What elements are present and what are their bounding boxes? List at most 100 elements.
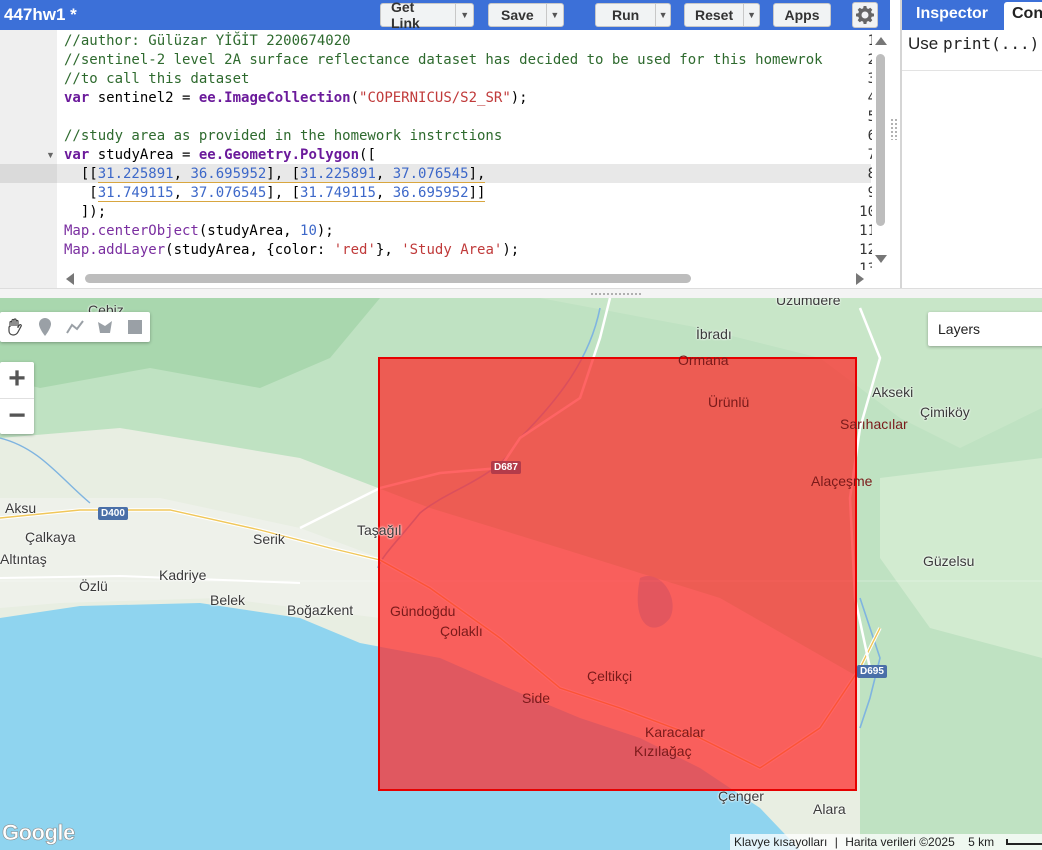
place-label: Belek (210, 592, 246, 608)
code-line-7: var studyArea = ee.Geometry.Polygon([ (64, 146, 376, 165)
scroll-left-icon[interactable] (66, 273, 74, 285)
place-label: Alaçeşme (811, 473, 873, 489)
code-number: 37.076545 (190, 185, 267, 202)
code-line-6: //study area as provided in the homework… (64, 128, 503, 144)
code-keyword: var (64, 147, 90, 163)
map-view[interactable]: Cebiz Üzümdere İbradı Akseki Çimiköy Aks… (0, 298, 1042, 850)
place-label: Çeltikçi (587, 668, 633, 684)
place-label: Ürünlü (708, 394, 750, 410)
code-text: [ (64, 185, 98, 201)
code-text: ([ (359, 147, 376, 163)
attribution-separator: | (834, 835, 838, 849)
place-label: Ormana (678, 352, 729, 368)
polyline-icon[interactable] (60, 312, 90, 342)
marker-icon[interactable] (30, 312, 60, 342)
top-toolbar: 447hw1 * Get Link ▼ Save ▼ Run ▼ Reset ▼… (0, 0, 890, 31)
place-label: İbradı (696, 326, 732, 342)
code-text: ], [ (266, 185, 301, 202)
place-label: Kızılağaç (634, 743, 692, 759)
code-editor[interactable]: 1 2 3 4 5 6 7 8 9 10 11 12 13 ▼ //author… (0, 30, 890, 288)
road-badge-d687: D687 (491, 461, 521, 474)
get-link-button[interactable]: Get Link ▼ (380, 0, 474, 31)
chevron-down-icon[interactable]: ▼ (455, 4, 473, 26)
scroll-up-icon[interactable] (875, 37, 887, 45)
horizontal-scrollbar[interactable] (57, 270, 872, 288)
save-label: Save (501, 7, 534, 23)
place-label: Side (522, 690, 551, 706)
vertical-scroll-thumb[interactable] (876, 54, 885, 226)
chevron-down-icon[interactable]: ▼ (545, 4, 563, 26)
place-label: Boğazkent (287, 602, 354, 618)
run-button[interactable]: Run ▼ (595, 3, 671, 27)
rectangle-icon[interactable] (120, 312, 150, 342)
console-divider (902, 70, 1042, 71)
settings-button[interactable] (852, 2, 878, 28)
code-text: ); (510, 90, 528, 106)
place-label: Karacalar (645, 724, 705, 740)
place-label: Çimiköy (920, 404, 970, 420)
map-data-link[interactable]: Harita verileri ©2025 (845, 835, 955, 849)
code-line-12: Map.addLayer(studyArea, {color: 'red'}, … (64, 241, 519, 260)
code-object: ee.ImageCollection (198, 90, 351, 106)
place-label: Akseki (872, 384, 914, 400)
line-number: 12 (859, 242, 876, 258)
reset-button[interactable]: Reset ▼ (684, 3, 760, 27)
zoom-out-button[interactable]: − (0, 398, 34, 434)
code-text: ], (468, 166, 486, 183)
code-text: , (173, 185, 191, 202)
scroll-right-icon[interactable] (856, 273, 864, 285)
panel-resize-handle[interactable] (890, 118, 898, 140)
place-label: Güzelsu (923, 553, 975, 569)
line-number: 5 (836, 108, 876, 127)
code-object: ee.Geometry.Polygon (198, 147, 360, 163)
code-line-4: var sentinel2 = ee.ImageCollection("COPE… (64, 89, 528, 108)
layers-button[interactable]: Layers (928, 312, 1042, 346)
drawing-tools (0, 312, 150, 342)
tab-console[interactable]: Console (1004, 2, 1042, 30)
zoom-in-button[interactable]: + (0, 362, 34, 398)
chevron-down-icon[interactable]: ▼ (743, 4, 759, 26)
code-line-11: Map.centerObject(studyArea, 10); (64, 222, 334, 241)
reset-label: Reset (695, 7, 734, 23)
code-line-9: [31.749115, 37.076545], [31.749115, 36.6… (64, 184, 486, 203)
console-hint: Use print(...) t (908, 34, 1042, 54)
scale-label[interactable]: 5 km (968, 835, 994, 849)
place-label: Kadriye (159, 567, 207, 583)
code-text: studyArea = (89, 147, 199, 163)
place-label: Serik (253, 531, 285, 547)
code-text: ); (316, 223, 334, 239)
scroll-down-icon[interactable] (875, 255, 887, 263)
place-label: Özlü (79, 578, 108, 594)
gear-icon (856, 6, 874, 24)
get-link-label: Get Link (391, 0, 420, 31)
map-splitter[interactable] (0, 288, 1042, 298)
run-label: Run (612, 7, 640, 23)
road-badge-d695: D695 (857, 665, 887, 678)
code-text: [[ (64, 166, 98, 182)
scale-bar (1006, 839, 1042, 845)
apps-button[interactable]: Apps (773, 3, 831, 27)
line-number: 10 (859, 204, 876, 220)
keyboard-shortcuts-link[interactable]: Klavye kısayolları (734, 835, 827, 849)
script-title[interactable]: 447hw1 * (4, 5, 77, 25)
code-text: , (375, 166, 393, 183)
code-line-2: //sentinel-2 level 2A surface reflectanc… (64, 52, 823, 68)
place-label: Gündoğdu (390, 603, 456, 619)
splitter-grip[interactable] (590, 292, 642, 296)
code-text: ); (502, 242, 520, 258)
horizontal-scroll-thumb[interactable] (85, 274, 691, 283)
hand-icon[interactable] (0, 312, 30, 342)
study-area-polygon[interactable] (378, 357, 857, 791)
code-number: 31.225891 (97, 166, 174, 183)
save-button[interactable]: Save ▼ (488, 3, 564, 27)
right-panel: Inspector Console Use print(...) t (900, 0, 1042, 288)
tab-inspector[interactable]: Inspector (908, 3, 996, 29)
code-number: 36.695952 (392, 185, 469, 202)
road-badge-d400: D400 (98, 507, 128, 520)
polygon-icon[interactable] (90, 312, 120, 342)
chevron-down-icon[interactable]: ▼ (655, 4, 670, 26)
code-text: ( (350, 90, 360, 106)
vertical-scrollbar[interactable] (872, 30, 889, 288)
console-hint-code: print(...) (942, 34, 1040, 53)
code-line-1: //author: Gülüzar YİĞİT 2200674020 (64, 33, 351, 49)
